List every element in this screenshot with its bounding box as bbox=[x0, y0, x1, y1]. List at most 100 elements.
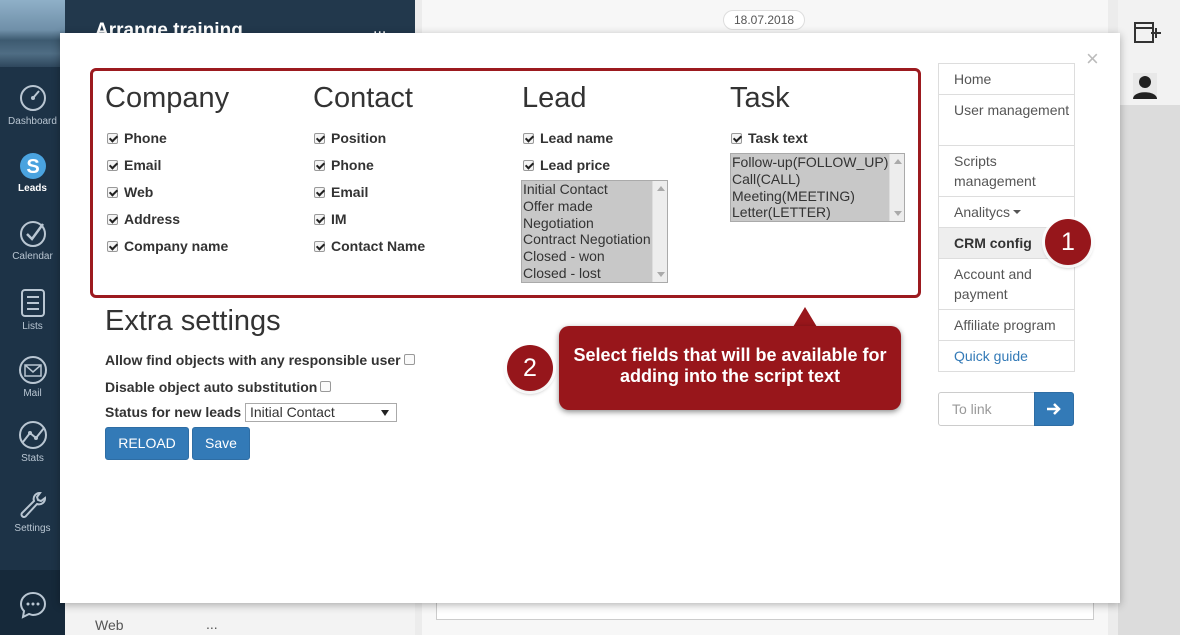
listbox-scrollbar[interactable] bbox=[652, 181, 667, 282]
nav-label-stats: Stats bbox=[21, 453, 44, 464]
list-option[interactable]: Offer made bbox=[522, 198, 667, 215]
chat-button[interactable] bbox=[0, 570, 65, 635]
lower-row-name: Web bbox=[95, 617, 124, 633]
contact-email-checkbox[interactable]: Email bbox=[314, 184, 368, 200]
scroll-up-icon[interactable] bbox=[894, 159, 902, 164]
nav-dashboard[interactable]: Dashboard bbox=[0, 83, 65, 127]
list-option[interactable]: Follow-up(FOLLOW_UP) bbox=[731, 154, 904, 171]
checkbox-checked-icon bbox=[523, 133, 534, 144]
checkbox-label: IM bbox=[331, 211, 347, 227]
go-link-button[interactable] bbox=[1034, 392, 1074, 426]
checkbox-label: Phone bbox=[331, 157, 374, 173]
save-button[interactable]: Save bbox=[192, 427, 250, 460]
status-select[interactable]: Initial Contact bbox=[245, 403, 397, 422]
checkbox-label: Contact Name bbox=[331, 238, 426, 254]
user-photo[interactable] bbox=[0, 0, 65, 67]
list-option[interactable]: Contract Negotiation bbox=[522, 231, 667, 248]
contact-position-checkbox[interactable]: Position bbox=[314, 130, 386, 146]
checkbox-checked-icon bbox=[107, 241, 118, 252]
nav-label-leads: Leads bbox=[18, 183, 47, 194]
nav-label-mail: Mail bbox=[23, 388, 42, 399]
callout-bubble: Select fields that will be available for… bbox=[559, 326, 901, 410]
add-window-icon[interactable] bbox=[1134, 20, 1162, 44]
allow-find-setting: Allow find objects with any responsible … bbox=[105, 352, 415, 368]
list-option[interactable]: Initial Contact bbox=[522, 181, 667, 198]
feed-card bbox=[436, 603, 1094, 620]
stats-icon bbox=[18, 421, 47, 449]
user-avatar-icon[interactable] bbox=[1133, 73, 1157, 99]
nav-stats[interactable]: Stats bbox=[0, 420, 65, 464]
contact-phone-checkbox[interactable]: Phone bbox=[314, 157, 374, 173]
task-type-listbox[interactable]: Follow-up(FOLLOW_UP) Call(CALL) Meeting(… bbox=[730, 153, 905, 222]
checkbox-checked-icon bbox=[314, 241, 325, 252]
menu-item-affiliate[interactable]: Affiliate program bbox=[939, 310, 1074, 341]
contact-name-checkbox[interactable]: Contact Name bbox=[314, 238, 425, 254]
checkbox-checked-icon bbox=[314, 160, 325, 171]
checkbox-checked-icon bbox=[314, 133, 325, 144]
company-address-checkbox[interactable]: Address bbox=[107, 211, 180, 227]
nav-lists[interactable]: Lists bbox=[0, 288, 65, 332]
scroll-up-icon[interactable] bbox=[657, 186, 665, 191]
company-web-checkbox[interactable]: Web bbox=[107, 184, 153, 200]
callout-pointer bbox=[793, 307, 817, 327]
menu-item-scripts-management[interactable]: Scripts management bbox=[939, 146, 1074, 197]
scroll-down-icon[interactable] bbox=[657, 272, 665, 277]
list-option[interactable]: Call(CALL) bbox=[731, 171, 904, 188]
lower-row-more[interactable]: ... bbox=[206, 616, 218, 632]
checkbox-label: Email bbox=[331, 184, 369, 200]
settings-icon bbox=[20, 492, 46, 518]
lists-icon bbox=[20, 289, 45, 317]
disable-substitution-checkbox[interactable] bbox=[320, 381, 332, 392]
company-phone-checkbox[interactable]: Phone bbox=[107, 130, 167, 146]
lead-status-listbox[interactable]: Initial Contact Offer made Negotiation C… bbox=[521, 180, 668, 283]
status-select-value: Initial Contact bbox=[250, 404, 335, 420]
scroll-down-icon[interactable] bbox=[894, 211, 902, 216]
menu-item-home[interactable]: Home bbox=[939, 64, 1074, 95]
callout-badge-1: 1 bbox=[1045, 219, 1091, 265]
list-option[interactable]: Closed - won bbox=[522, 248, 667, 265]
checkbox-checked-icon bbox=[107, 160, 118, 171]
checkbox-checked-icon bbox=[107, 133, 118, 144]
to-link-input[interactable]: To link bbox=[938, 392, 1035, 426]
checkbox-label: Position bbox=[331, 130, 387, 146]
company-email-checkbox[interactable]: Email bbox=[107, 157, 161, 173]
checkbox-checked-icon bbox=[314, 214, 325, 225]
checkbox-label: Phone bbox=[124, 130, 167, 146]
checkbox-label: Web bbox=[124, 184, 154, 200]
calendar-icon bbox=[19, 221, 46, 247]
callout-badge-2: 2 bbox=[507, 345, 553, 391]
list-option[interactable]: Letter(LETTER) bbox=[731, 204, 904, 221]
nav-calendar[interactable]: Calendar bbox=[0, 218, 65, 262]
checkbox-label: Address bbox=[124, 211, 181, 227]
checkbox-checked-icon bbox=[107, 187, 118, 198]
listbox-scrollbar[interactable] bbox=[889, 154, 904, 221]
reload-button[interactable]: RELOAD bbox=[105, 427, 189, 460]
checkbox-label: Task text bbox=[748, 130, 808, 146]
checkbox-label: Lead price bbox=[540, 157, 611, 173]
chevron-down-icon bbox=[381, 410, 389, 416]
nav-leads[interactable]: S Leads bbox=[0, 150, 65, 194]
task-text-checkbox[interactable]: Task text bbox=[731, 130, 808, 146]
menu-item-account-payment[interactable]: Account and payment bbox=[939, 259, 1074, 310]
menu-item-analytics-label: Analitycs bbox=[954, 204, 1011, 220]
menu-item-user-management[interactable]: User management bbox=[939, 95, 1074, 146]
close-icon[interactable]: × bbox=[1086, 48, 1099, 70]
lead-name-checkbox[interactable]: Lead name bbox=[523, 130, 613, 146]
nav-mail[interactable]: Mail bbox=[0, 355, 65, 399]
checkbox-label: Company name bbox=[124, 238, 229, 254]
list-option[interactable]: Closed - lost bbox=[522, 265, 667, 282]
lead-price-checkbox[interactable]: Lead price bbox=[523, 157, 610, 173]
status-new-leads-label: Status for new leads bbox=[105, 404, 242, 420]
allow-find-checkbox[interactable] bbox=[403, 354, 415, 365]
nav-label-lists: Lists bbox=[22, 321, 43, 332]
contact-im-checkbox[interactable]: IM bbox=[314, 211, 347, 227]
menu-item-quick-guide[interactable]: Quick guide bbox=[939, 341, 1074, 371]
contact-title: Contact bbox=[313, 82, 413, 114]
allow-find-label: Allow find objects with any responsible … bbox=[105, 352, 401, 368]
company-name-checkbox[interactable]: Company name bbox=[107, 238, 228, 254]
arrow-right-icon bbox=[1047, 403, 1061, 415]
list-option[interactable]: Meeting(MEETING) bbox=[731, 188, 904, 205]
nav-label-calendar: Calendar bbox=[12, 251, 53, 262]
nav-settings[interactable]: Settings bbox=[0, 490, 65, 534]
list-option[interactable]: Negotiation bbox=[522, 215, 667, 232]
